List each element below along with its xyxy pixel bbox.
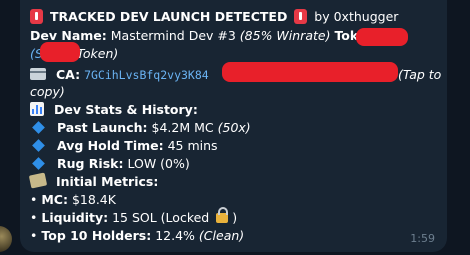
lock-icon [216,207,229,223]
mc-label: MC: [41,192,68,207]
mc-line: • MC: $18.4K [30,191,116,209]
bar-chart-icon [30,102,44,116]
diamond-icon [32,157,45,170]
bullet: • [30,228,38,243]
metrics-heading: Initial Metrics: [55,174,159,189]
id-card-icon [30,68,46,80]
avg-hold-line: Avg Hold Time: 45 mins [30,137,218,155]
liquidity-label: Liquidity: [41,210,109,225]
dev-name-label: Dev Name: [30,28,107,43]
token-name-suffix: Token) [76,46,119,61]
past-launch-line: Past Launch: $4.2M MC (50x) [30,119,251,137]
message-timestamp: 1:59 [410,232,435,245]
rug-risk-line: Rug Risk: LOW (0%) [30,155,190,173]
liquidity-value: 15 SOL (Locked [112,210,210,225]
holders-line: • Top 10 Holders: 12.4% (Clean) [30,227,244,245]
message-author: by 0xthugger [314,9,399,24]
siren-icon [294,9,308,24]
holders-value: 12.4% [155,228,195,243]
contract-address-line: CA: 7GCihLvsBfq2vy3K84 [30,66,209,84]
money-icon [28,172,48,189]
stats-heading: Dev Stats & History: [53,102,198,117]
holders-note: (Clean) [198,228,245,243]
bullet: • [30,192,38,207]
liquidity-line: • Liquidity: 15 SOL (Locked ) [30,207,238,227]
dev-name-line: Dev Name: Mastermind Dev #3 (85% Winrate… [30,27,400,45]
rug-risk-value: LOW (0%) [127,156,190,171]
redaction-mark [222,62,398,82]
dev-name-value: Mastermind Dev #3 [110,28,236,43]
dev-winrate: (85% Winrate) [239,28,331,43]
ca-label: CA: [55,67,81,82]
sender-avatar[interactable] [0,226,12,252]
liquidity-close: ) [232,210,238,225]
siren-icon [30,9,43,24]
rug-risk-label: Rug Risk: [56,156,124,171]
diamond-icon [32,139,45,152]
avg-hold-value: 45 mins [167,138,218,153]
avg-hold-label: Avg Hold Time: [56,138,164,153]
copy-hint-continued: copy) [30,84,65,99]
past-launch-multiple: (50x) [217,120,251,135]
metrics-heading-line: Initial Metrics: [28,172,159,191]
message-title: TRACKED DEV LAUNCH DETECTED [49,9,288,24]
contract-address[interactable]: 7GCihLvsBfq2vy3K84 [84,68,209,82]
stats-heading-line: Dev Stats & History: [30,101,198,119]
message-title-line: TRACKED DEV LAUNCH DETECTED by 0xthugger [30,8,398,26]
redaction-mark [40,42,80,62]
past-launch-label: Past Launch: [56,120,148,135]
mc-value: $18.4K [71,192,116,207]
past-launch-value: $4.2M MC [151,120,214,135]
diamond-icon [32,121,45,134]
redaction-mark [356,28,408,46]
holders-label: Top 10 Holders: [41,228,152,243]
copy-hint: (Tap to [398,67,442,82]
bullet: • [30,210,38,225]
